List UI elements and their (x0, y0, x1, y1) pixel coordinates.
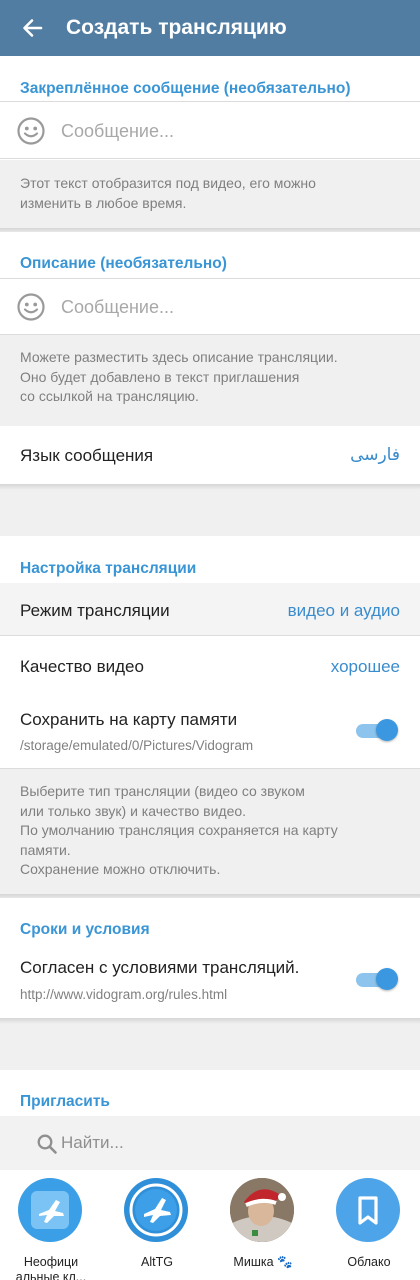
description-header: Описание (необязательно) (20, 255, 227, 272)
pinned-message-input[interactable]: Сообщение... (61, 121, 174, 142)
invite-header: Пригласить (20, 1093, 110, 1110)
avatar (336, 1178, 400, 1242)
page-title: Создать трансляцию (66, 16, 287, 39)
search-icon (37, 1134, 57, 1154)
pinned-hint: Этот текст отобразится под видео, его мо… (20, 175, 316, 211)
save-path: /storage/emulated/0/Pictures/Vidogram (20, 738, 254, 753)
contact-item[interactable]: Неофици альные кл... (6, 1178, 96, 1280)
save-to-memory-toggle[interactable] (354, 717, 400, 743)
toggle-knob (376, 719, 398, 741)
video-quality-label[interactable]: Качество видео (20, 657, 144, 677)
section-shadow (0, 1018, 420, 1024)
contact-name: Неофици альные кл... (15, 1255, 87, 1280)
contact-item[interactable]: AltTG (112, 1178, 202, 1280)
section-shadow (0, 484, 420, 490)
language-label: Язык сообщения (20, 446, 154, 465)
broadcast-settings-header: Настройка трансляции (20, 560, 197, 577)
divider (0, 334, 420, 335)
terms-header: Сроки и условия (20, 921, 150, 938)
broadcast-mode-label: Режим трансляции (20, 601, 170, 620)
broadcast-settings-hint: Выберите тип трансляции (видео со звуком… (20, 783, 338, 877)
divider (0, 278, 420, 279)
pinned-section (0, 56, 420, 160)
pinned-header: Закреплённое сообщение (необязательно) (20, 80, 351, 97)
app-bar: Создать трансляцию (0, 0, 420, 56)
divider (0, 158, 420, 159)
description-hint: Можете разместить здесь описание трансля… (20, 349, 338, 404)
contact-search-bar[interactable]: Найти... (0, 1116, 420, 1170)
contact-name: AltTG (141, 1255, 173, 1269)
terms-agree-label[interactable]: Согласен с условиями трансляций. (20, 958, 299, 978)
broadcast-mode-value[interactable]: видео и аудио (288, 601, 400, 621)
user-photo (230, 1178, 294, 1242)
avatar (18, 1178, 82, 1242)
avatar (230, 1178, 294, 1242)
avatar (124, 1178, 188, 1242)
plane-logo-icon (129, 1183, 183, 1237)
back-arrow-icon (23, 19, 43, 37)
divider (0, 101, 420, 102)
terms-url[interactable]: http://www.vidogram.org/rules.html (20, 987, 227, 1002)
terms-agree-toggle[interactable] (354, 966, 400, 992)
divider (0, 768, 420, 769)
description-input[interactable]: Сообщение... (61, 297, 174, 318)
plane-logo-icon (31, 1191, 69, 1229)
bookmark-icon (358, 1196, 378, 1225)
contact-name: Мишка 🐾 (233, 1255, 293, 1269)
back-button[interactable] (0, 0, 64, 56)
save-to-memory-label[interactable]: Сохранить на карту памяти (20, 710, 237, 730)
contact-name: Облако (347, 1255, 391, 1269)
emoji-icon[interactable] (16, 292, 46, 322)
emoji-icon[interactable] (16, 116, 46, 146)
video-quality-value[interactable]: хорошее (331, 657, 400, 677)
description-section (0, 232, 420, 335)
language-value[interactable]: فارسی (350, 445, 400, 465)
search-input[interactable]: Найти... (61, 1133, 124, 1153)
contact-item[interactable]: Мишка 🐾 (218, 1178, 308, 1280)
contact-item[interactable]: Облако (324, 1178, 414, 1280)
divider (0, 635, 420, 636)
toggle-knob (376, 968, 398, 990)
contacts-strip: Неофици альные кл... AltTG Мишка 🐾 Облак… (0, 1170, 420, 1280)
